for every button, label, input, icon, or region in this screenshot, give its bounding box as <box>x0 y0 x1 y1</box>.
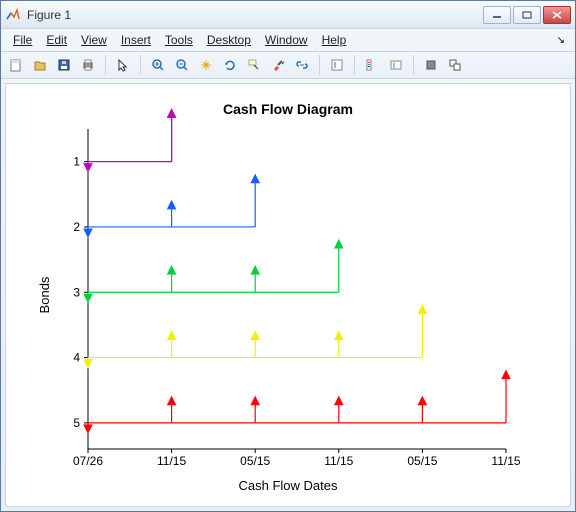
open-button[interactable] <box>29 54 51 76</box>
window-title: Figure 1 <box>27 8 483 22</box>
axes: Cash Flow Diagram 1 2 3 4 5 07/26 11/15 05/15 11… <box>28 95 548 495</box>
figure-canvas[interactable]: Cash Flow Diagram 1 2 3 4 5 07/26 11/15 05/15 11… <box>5 83 571 507</box>
svg-text:05/15: 05/15 <box>240 454 270 468</box>
brush-button[interactable] <box>267 54 289 76</box>
toolbar-separator <box>354 55 355 75</box>
toolbar <box>1 51 575 79</box>
menu-insert[interactable]: Insert <box>115 31 157 49</box>
toolbar-separator <box>140 55 141 75</box>
menubar: File Edit View Insert Tools Desktop Wind… <box>1 29 575 51</box>
figure-window: Figure 1 File Edit View Insert Tools Des… <box>0 0 576 512</box>
menu-file[interactable]: File <box>7 31 38 49</box>
toolbar-separator <box>319 55 320 75</box>
link-button[interactable] <box>291 54 313 76</box>
svg-text:05/15: 05/15 <box>407 454 437 468</box>
rotate-button[interactable] <box>219 54 241 76</box>
window-controls <box>483 6 571 24</box>
svg-text:07/26: 07/26 <box>73 454 103 468</box>
show-plot-tools-button[interactable] <box>444 54 466 76</box>
menu-edit[interactable]: Edit <box>40 31 73 49</box>
insert-legend-button[interactable] <box>361 54 383 76</box>
menu-window[interactable]: Window <box>259 31 314 49</box>
new-figure-button[interactable] <box>5 54 27 76</box>
zoom-in-button[interactable] <box>147 54 169 76</box>
svg-text:11/15: 11/15 <box>157 454 186 468</box>
zoom-out-button[interactable] <box>171 54 193 76</box>
hide-plot-tools-button[interactable] <box>420 54 442 76</box>
svg-text:2: 2 <box>73 220 80 234</box>
toolbar-separator <box>413 55 414 75</box>
svg-text:11/15: 11/15 <box>324 454 353 468</box>
data-cursor-button[interactable] <box>243 54 265 76</box>
svg-text:3: 3 <box>73 285 80 299</box>
close-button[interactable] <box>543 6 571 24</box>
save-button[interactable] <box>53 54 75 76</box>
menu-overflow-icon[interactable]: ↘ <box>557 35 569 46</box>
plot-svg: 1 2 3 4 5 07/26 11/15 05/15 11/15 05/15 11/15 <box>28 95 548 495</box>
svg-text:4: 4 <box>73 351 80 365</box>
svg-text:1: 1 <box>73 155 80 169</box>
menu-desktop[interactable]: Desktop <box>201 31 257 49</box>
x-axis-label: Cash Flow Dates <box>28 478 548 493</box>
maximize-button[interactable] <box>513 6 541 24</box>
toolbar-separator <box>105 55 106 75</box>
print-button[interactable] <box>77 54 99 76</box>
menu-view[interactable]: View <box>75 31 113 49</box>
svg-text:5: 5 <box>73 416 80 430</box>
pan-button[interactable] <box>195 54 217 76</box>
legend-toggle-button[interactable] <box>385 54 407 76</box>
y-axis-label: Bonds <box>37 277 52 314</box>
matlab-icon <box>5 7 21 23</box>
chart-title: Cash Flow Diagram <box>28 101 548 117</box>
menu-tools[interactable]: Tools <box>159 31 199 49</box>
titlebar[interactable]: Figure 1 <box>1 1 575 29</box>
minimize-button[interactable] <box>483 6 511 24</box>
svg-text:11/15: 11/15 <box>491 454 520 468</box>
menu-help[interactable]: Help <box>316 31 353 49</box>
insert-colorbar-button[interactable] <box>326 54 348 76</box>
pointer-button[interactable] <box>112 54 134 76</box>
